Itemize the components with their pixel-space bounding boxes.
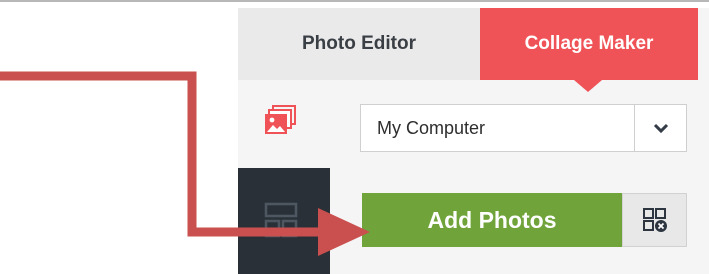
annotation-arrow — [0, 71, 370, 256]
